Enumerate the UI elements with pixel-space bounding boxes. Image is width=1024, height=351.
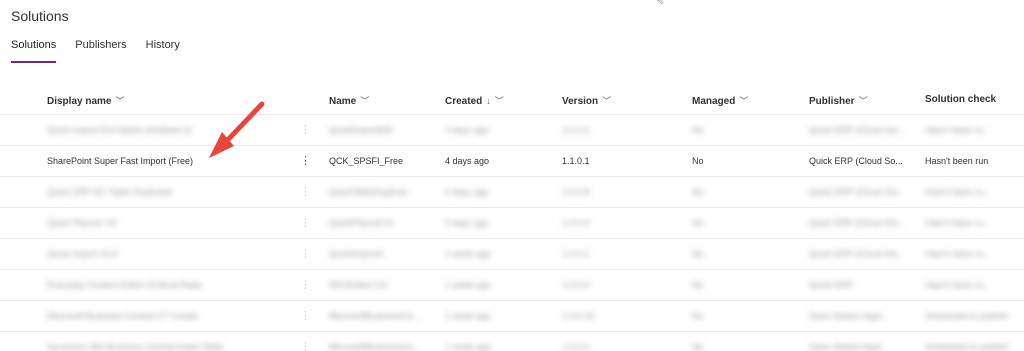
chevron-down-icon: ﹀ — [115, 96, 125, 106]
more-vertical-icon[interactable]: ⋮ — [300, 246, 311, 262]
cell-name: RDVEditor.Crit — [329, 280, 388, 290]
table-row[interactable]: Quick ERP DC Table Duplicator QuickTableD… — [0, 177, 1024, 208]
chevron-down-icon: ﹀ — [739, 96, 749, 106]
cell-created: 5 days ago — [445, 218, 490, 228]
cell-name: MicrosoftBusinessCe... — [329, 342, 422, 351]
column-header-created[interactable]: Created ↓ ﹀ — [445, 94, 545, 107]
cell-display-name[interactable]: SharePoint Super Fast Import (Free) — [47, 156, 287, 166]
table-row[interactable]: SharePoint Super Fast Import (Free) QCK_S… — [0, 146, 1024, 177]
cell-publisher: Quick ERP (Cloud Sol... — [809, 218, 905, 228]
cell-version: 1.0.0.15 — [562, 311, 595, 321]
more-vertical-icon[interactable]: ⋮ — [300, 308, 311, 324]
cell-solution-check: Hasn't been ru... — [925, 280, 991, 290]
tab-bar: Solutions Publishers History — [11, 39, 180, 63]
cell-display-name[interactable]: Everyday Content Editor (Critical Rate) — [47, 280, 287, 290]
cell-version: 1.1.0.1 — [562, 156, 590, 166]
cell-solution-check: Scheduled to publish — [925, 342, 1009, 351]
cell-managed: No — [692, 156, 704, 166]
cell-solution-check: Hasn't been ru... — [925, 249, 991, 259]
cell-display-name[interactable]: Quick Import Erd Native (Antifeed 2) — [47, 125, 287, 135]
table-row[interactable]: Quick Import XLS QuickImportX 1 week ago 1.… — [0, 239, 1024, 270]
cell-created: 5 days ago — [445, 187, 490, 197]
grid-body: Quick Import Erd Native (Antifeed 2) Quic… — [0, 115, 1024, 351]
cell-version: 1.0.0.3 — [562, 218, 590, 228]
cell-display-name[interactable]: Quick Import XLS — [47, 249, 287, 259]
cell-display-name[interactable]: Dynamics 365 Business Central Insert Tab… — [47, 342, 287, 351]
table-row[interactable]: Dynamics 365 Business Central Insert Tab… — [0, 332, 1024, 351]
column-header-managed[interactable]: Managed ﹀ — [692, 94, 792, 107]
cell-publisher: Quick ERP — [809, 280, 854, 290]
grid-header: Display name ﹀ Name ﹀ Created ↓ ﹀ Version ﹀ M… — [0, 84, 1024, 115]
table-row[interactable]: Microsoft Business Central CT Create Micr… — [0, 301, 1024, 332]
chevron-down-icon: ﹀ — [602, 96, 612, 106]
cell-name: QuickTableDuplicat... — [329, 187, 414, 197]
cell-managed: No — [692, 249, 704, 259]
more-vertical-icon[interactable]: ⋮ — [300, 277, 311, 293]
cell-managed: No — [692, 187, 704, 197]
arrow-down-icon: ↓ — [486, 96, 491, 106]
cell-publisher: Quick ERP (Cloud Sol... — [809, 249, 905, 259]
cell-solution-check: Hasn't been ru... — [925, 218, 991, 228]
cell-managed: No — [692, 125, 704, 135]
chevron-down-icon: ﹀ — [360, 96, 370, 106]
cell-managed: No — [692, 218, 704, 228]
cell-display-name[interactable]: Quick ERP DC Table Duplicator — [47, 187, 287, 197]
tab-publishers[interactable]: Publishers — [75, 39, 126, 63]
table-row[interactable]: Everyday Content Editor (Critical Rate) R… — [0, 270, 1024, 301]
column-header-solution-check[interactable]: Solution check — [925, 94, 1015, 105]
page-title: Solutions — [11, 8, 69, 24]
column-header-display-name[interactable]: Display name ﹀ — [47, 94, 287, 107]
cell-created: 1 week ago — [445, 249, 492, 259]
table-row[interactable]: Quick Import Erd Native (Antifeed 2) Quic… — [0, 115, 1024, 146]
table-row[interactable]: Quick Planner V2 QuickPlannerV2 5 days ago… — [0, 208, 1024, 239]
cell-name: QuickImportX — [329, 249, 384, 259]
cell-display-name[interactable]: Microsoft Business Central CT Create — [47, 311, 287, 321]
solutions-grid: Display name ﹀ Name ﹀ Created ↓ ﹀ Version ﹀ M… — [0, 84, 1024, 351]
cell-version: 1.0.0.2 — [562, 342, 590, 351]
tab-solutions[interactable]: Solutions — [11, 39, 57, 63]
cell-publisher: Dave Stebon Appl... — [809, 342, 889, 351]
cell-name: QuickImport809 — [329, 125, 393, 135]
cell-solution-check: Scheduled to publish — [925, 311, 1009, 321]
cell-display-name[interactable]: Quick Planner V2 — [47, 218, 287, 228]
cell-solution-check: Hasn't been ru... — [925, 187, 991, 197]
solutions-page: Solutions ⇖ Solutions Publishers History… — [0, 0, 1024, 351]
cell-solution-check: Hasn't been run — [925, 156, 989, 166]
chevron-down-icon: ﹀ — [494, 96, 504, 106]
more-vertical-icon[interactable]: ⋮ — [300, 153, 311, 169]
column-header-name[interactable]: Name ﹀ — [329, 94, 429, 107]
more-vertical-icon[interactable]: ⋮ — [300, 215, 311, 231]
cell-version: 1.0.0.2 — [562, 125, 590, 135]
cell-version: 1.0.0.1 — [562, 249, 590, 259]
cell-publisher: Quick ERP (Cloud So... — [809, 156, 903, 166]
more-vertical-icon[interactable]: ⋮ — [300, 339, 311, 351]
mouse-cursor-icon: ⇖ — [656, 0, 665, 7]
cell-name: QuickPlannerV2 — [329, 218, 395, 228]
cell-name: QCK_SPSFI_Free — [329, 156, 404, 166]
cell-solution-check: Hasn't been ru... — [925, 125, 991, 135]
column-header-publisher[interactable]: Publisher ﹀ — [809, 94, 909, 107]
tab-history[interactable]: History — [146, 39, 180, 63]
cell-managed: No — [692, 280, 704, 290]
cell-managed: No — [692, 342, 704, 351]
column-header-version[interactable]: Version ﹀ — [562, 94, 672, 107]
more-vertical-icon[interactable]: ⋮ — [300, 184, 311, 200]
more-vertical-icon[interactable]: ⋮ — [300, 122, 311, 138]
cell-publisher: Dave Stebon Appl... — [809, 311, 889, 321]
cell-version: 1.0.0.4 — [562, 280, 590, 290]
cell-version: 1.0.0.8 — [562, 187, 590, 197]
chevron-down-icon: ﹀ — [858, 96, 868, 106]
cell-publisher: Quick ERP (Cloud Sol... — [809, 125, 905, 135]
cell-name: MicrosoftBusinessCe... — [329, 311, 422, 321]
cell-created: 1 week ago — [445, 311, 492, 321]
cell-publisher: Quick ERP (Cloud Sol... — [809, 187, 905, 197]
cell-created: 1 week ago — [445, 280, 492, 290]
cell-managed: No — [692, 311, 704, 321]
cell-created: 3 days ago — [445, 125, 490, 135]
cell-created: 1 week ago — [445, 342, 492, 351]
cell-created: 4 days ago — [445, 156, 490, 166]
